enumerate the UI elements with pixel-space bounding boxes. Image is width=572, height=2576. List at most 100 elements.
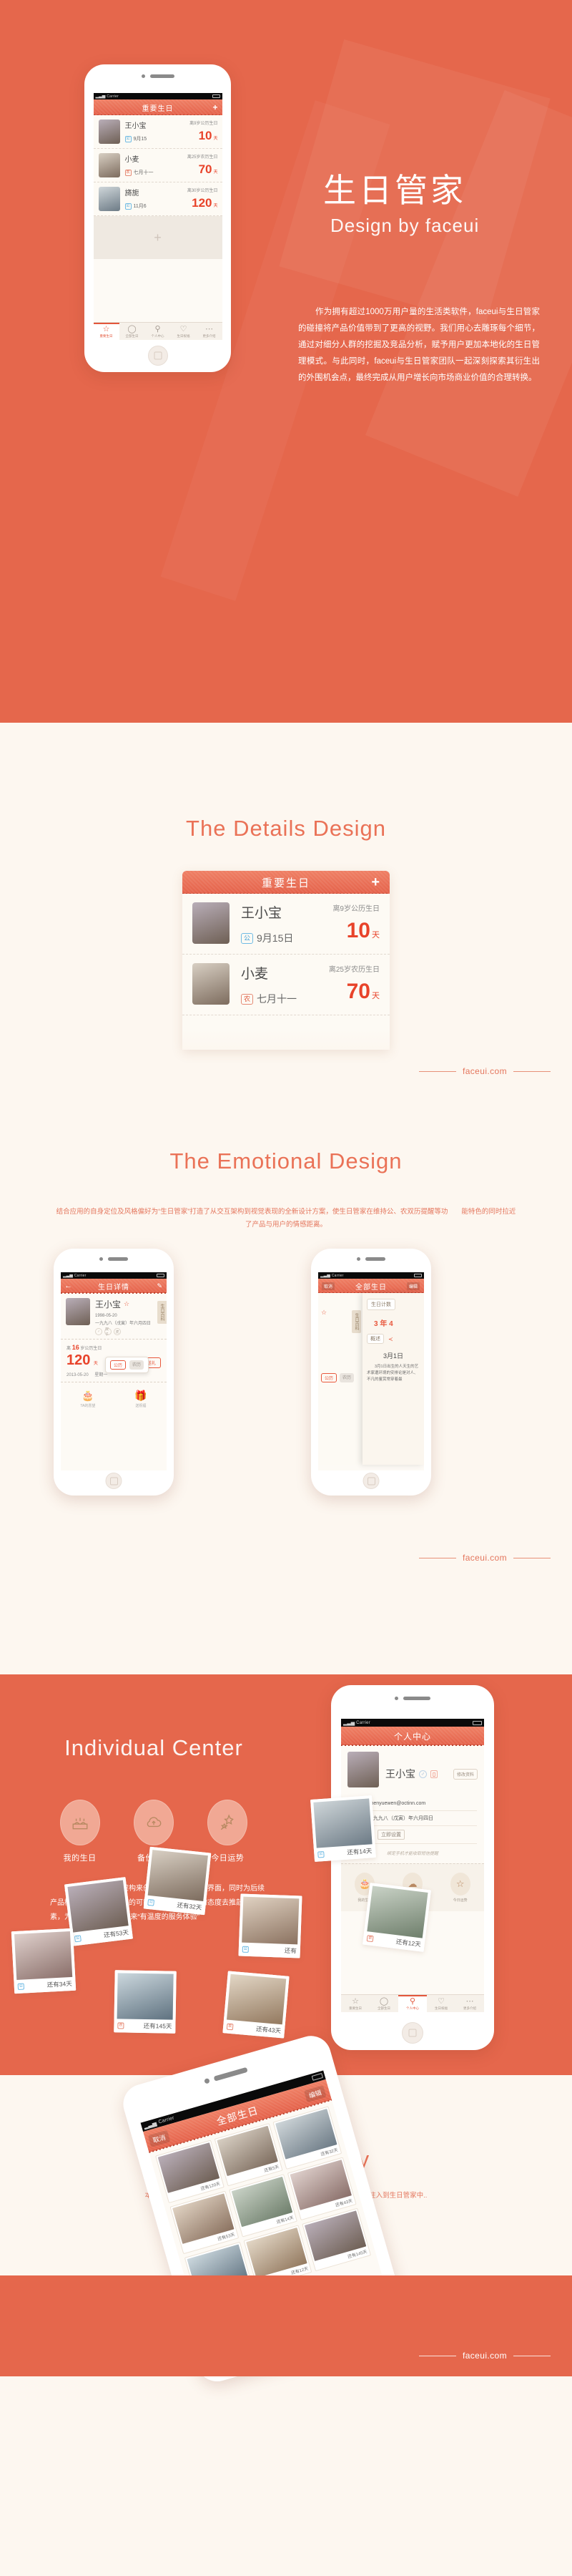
table-row[interactable]: 小麦农七月十一 离25岁农历生日 70 天 bbox=[93, 149, 222, 182]
stamp-photo bbox=[117, 1973, 174, 2020]
tab-3[interactable]: ⚲个人中心 bbox=[145, 323, 171, 340]
add-birthday-icon[interactable]: + bbox=[371, 874, 380, 891]
countdown-unit: 天 bbox=[213, 204, 218, 208]
person-name: 王小宝 bbox=[124, 122, 147, 130]
age-suffix: 岁公历生日 bbox=[80, 1347, 102, 1351]
footer-brand-divider: faceui.com bbox=[418, 2351, 551, 2361]
calendar-type-chip: 公 bbox=[241, 932, 254, 944]
birthday-stamp[interactable]: 农 还有145天 bbox=[114, 1970, 177, 2034]
birthday-stamp[interactable]: 公 还有 bbox=[238, 1893, 302, 1958]
cancel-label: 取消 bbox=[324, 1284, 333, 1289]
edit-button[interactable]: 编辑 bbox=[303, 2084, 327, 2102]
quick-item-3[interactable]: ☆ 今日运势 bbox=[450, 1873, 470, 1903]
back-arrow-icon[interactable]: ← bbox=[64, 1282, 72, 1290]
birthday-stamp[interactable]: 公 还有53天 bbox=[64, 1877, 133, 1946]
signal-icon: ▂▃▅ bbox=[95, 94, 106, 99]
birthday-stamp[interactable]: 公 还有14天 bbox=[310, 1795, 376, 1862]
feature-3[interactable]: 今日运势 bbox=[207, 1800, 248, 1863]
tab-4[interactable]: ♡生日祝福 bbox=[427, 1995, 455, 2012]
birthday-stamp[interactable]: 农 还有43天 bbox=[222, 1971, 290, 2039]
countdown-number: 10 天 bbox=[198, 129, 218, 142]
carrier-label: Carrier bbox=[356, 1720, 370, 1725]
next-date: 2013-05-20 bbox=[66, 1373, 89, 1377]
avatar bbox=[98, 187, 120, 211]
tab-bar: ☆重要生日◯全部生日⚲个人中心♡生日祝福⋯更多介绍 bbox=[341, 1994, 484, 2012]
tab-2[interactable]: ◯全部生日 bbox=[119, 323, 145, 340]
tab-5[interactable]: ⋯更多介绍 bbox=[455, 1995, 484, 2012]
edit-pencil-icon[interactable]: ✎ bbox=[157, 1282, 162, 1290]
individual-heading: Individual Center bbox=[64, 1735, 243, 1760]
edit-profile-button[interactable]: 修改资料 bbox=[453, 1768, 478, 1780]
avatar bbox=[98, 119, 120, 144]
table-row[interactable]: 王小宝公 9月15 离9岁公历生日 10 天 bbox=[93, 115, 222, 149]
overview-tab[interactable]: 概述 bbox=[367, 1334, 384, 1344]
more-icon: ⋯ bbox=[205, 325, 213, 333]
tab-5[interactable]: ⋯更多介绍 bbox=[197, 323, 222, 340]
solar-toggle[interactable]: 公历 bbox=[110, 1360, 127, 1370]
add-birthday-placeholder[interactable]: + bbox=[93, 216, 222, 259]
solar-toggle[interactable]: 公历 bbox=[321, 1373, 337, 1382]
tab-4[interactable]: ♡生日祝福 bbox=[171, 323, 197, 340]
bless-action[interactable]: 🎁 送祝福 bbox=[134, 1390, 147, 1408]
phone-home-button[interactable] bbox=[147, 346, 168, 366]
phone-home-button[interactable] bbox=[402, 2022, 423, 2044]
table-row[interactable]: 小麦农七月十一 离25岁农历生日 70 天 bbox=[182, 955, 390, 1015]
battery-icon bbox=[473, 1720, 482, 1725]
next-weekday: 星期一 bbox=[94, 1373, 108, 1377]
countdown-unit: 天 bbox=[372, 992, 380, 1000]
profile-name: 王小宝 bbox=[95, 1299, 122, 1309]
tab-2[interactable]: ◯全部生日 bbox=[370, 1995, 398, 2012]
add-birthday-icon[interactable]: + bbox=[212, 102, 217, 112]
countdown-number: 10 天 bbox=[346, 919, 380, 942]
stamp-photo bbox=[14, 1931, 73, 1981]
tab-label: 更多介绍 bbox=[463, 2006, 476, 2010]
edit-button[interactable]: 编辑 bbox=[406, 1282, 420, 1290]
circle-icon: ◯ bbox=[379, 1997, 389, 2006]
stamp-countdown: 还有53天 bbox=[103, 1928, 129, 1939]
status-bar: ▂▃▅ Carrier bbox=[341, 1719, 484, 1727]
phone-home-button[interactable] bbox=[363, 1473, 380, 1489]
feature-label: 我的生日 bbox=[63, 1854, 97, 1863]
side-tab-encyclopedia[interactable]: 生日百科 bbox=[352, 1310, 361, 1333]
detail-birthday-list: 王小宝公 9月15日 离9岁公历生日 10 天小麦农七月十一 离25岁农历生日 70 天 bbox=[182, 894, 390, 1015]
tab-1[interactable]: ☆重要生日 bbox=[93, 323, 119, 340]
signal-icon: ▂▃▅ bbox=[343, 1720, 355, 1726]
birthday-stamp[interactable]: 公 还有32天 bbox=[143, 1846, 212, 1916]
set-phone-button[interactable]: 立即设置 bbox=[377, 1830, 405, 1840]
wish-action[interactable]: 🎂 TA的愿望 bbox=[80, 1390, 95, 1408]
birthday-stamp[interactable]: 公 还有34天 bbox=[11, 1928, 77, 1994]
lunar-toggle[interactable]: 农历 bbox=[340, 1373, 355, 1382]
table-row[interactable]: 王小宝公 9月15日 离9岁公历生日 10 天 bbox=[182, 894, 390, 955]
carrier-label: Carrier bbox=[74, 1273, 87, 1278]
favorite-star-icon[interactable]: ☆ bbox=[124, 1300, 129, 1308]
phone-home-button[interactable] bbox=[105, 1473, 122, 1489]
brand-link[interactable]: faceui.com bbox=[463, 1066, 507, 1076]
feature-1[interactable]: 我的生日 bbox=[59, 1800, 100, 1863]
table-row[interactable]: 旖旎公 11月6 离30岁公历生日 120 天 bbox=[93, 182, 222, 216]
avatar[interactable] bbox=[347, 1752, 379, 1787]
birthday-counter-tab[interactable]: 生日计数 bbox=[367, 1299, 395, 1310]
carrier-label: Carrier bbox=[107, 94, 119, 99]
stamp-photo bbox=[313, 1798, 373, 1848]
nav-title: 生日详情 bbox=[98, 1283, 129, 1292]
overview-label: 概述 bbox=[370, 1337, 380, 1342]
cancel-button[interactable]: 取消 bbox=[147, 2129, 171, 2147]
lunar-toggle[interactable]: 农历 bbox=[129, 1360, 144, 1370]
side-tab-encyclopedia[interactable]: 生日百科 bbox=[157, 1301, 167, 1324]
share-icon[interactable]: ≺ bbox=[388, 1336, 393, 1342]
countdown-number: 120 天 bbox=[192, 196, 218, 210]
tab-3[interactable]: ⚲个人中心 bbox=[398, 1995, 427, 2012]
status-bar: ▂▃▅ Carrier bbox=[318, 1272, 424, 1279]
brand-link[interactable]: faceui.com bbox=[463, 1553, 507, 1563]
tab-label: 重要生日 bbox=[99, 334, 113, 338]
edit-label: 编辑 bbox=[307, 2088, 322, 2099]
cancel-button[interactable]: 取消 bbox=[322, 1282, 335, 1290]
edit-profile-label: 修改资料 bbox=[456, 1772, 474, 1777]
tab-1[interactable]: ☆重要生日 bbox=[341, 1995, 370, 2012]
profile-badge-1: ♂ bbox=[95, 1328, 102, 1335]
birthday-stamp[interactable]: 农还有12天 bbox=[363, 1883, 431, 1952]
grid-item[interactable]: 还有145天 bbox=[302, 2207, 372, 2272]
person-icon: ⚲ bbox=[154, 325, 161, 333]
stamp-countdown: 还有145天 bbox=[143, 2021, 172, 2030]
footer-brand-link[interactable]: faceui.com bbox=[463, 2351, 507, 2361]
